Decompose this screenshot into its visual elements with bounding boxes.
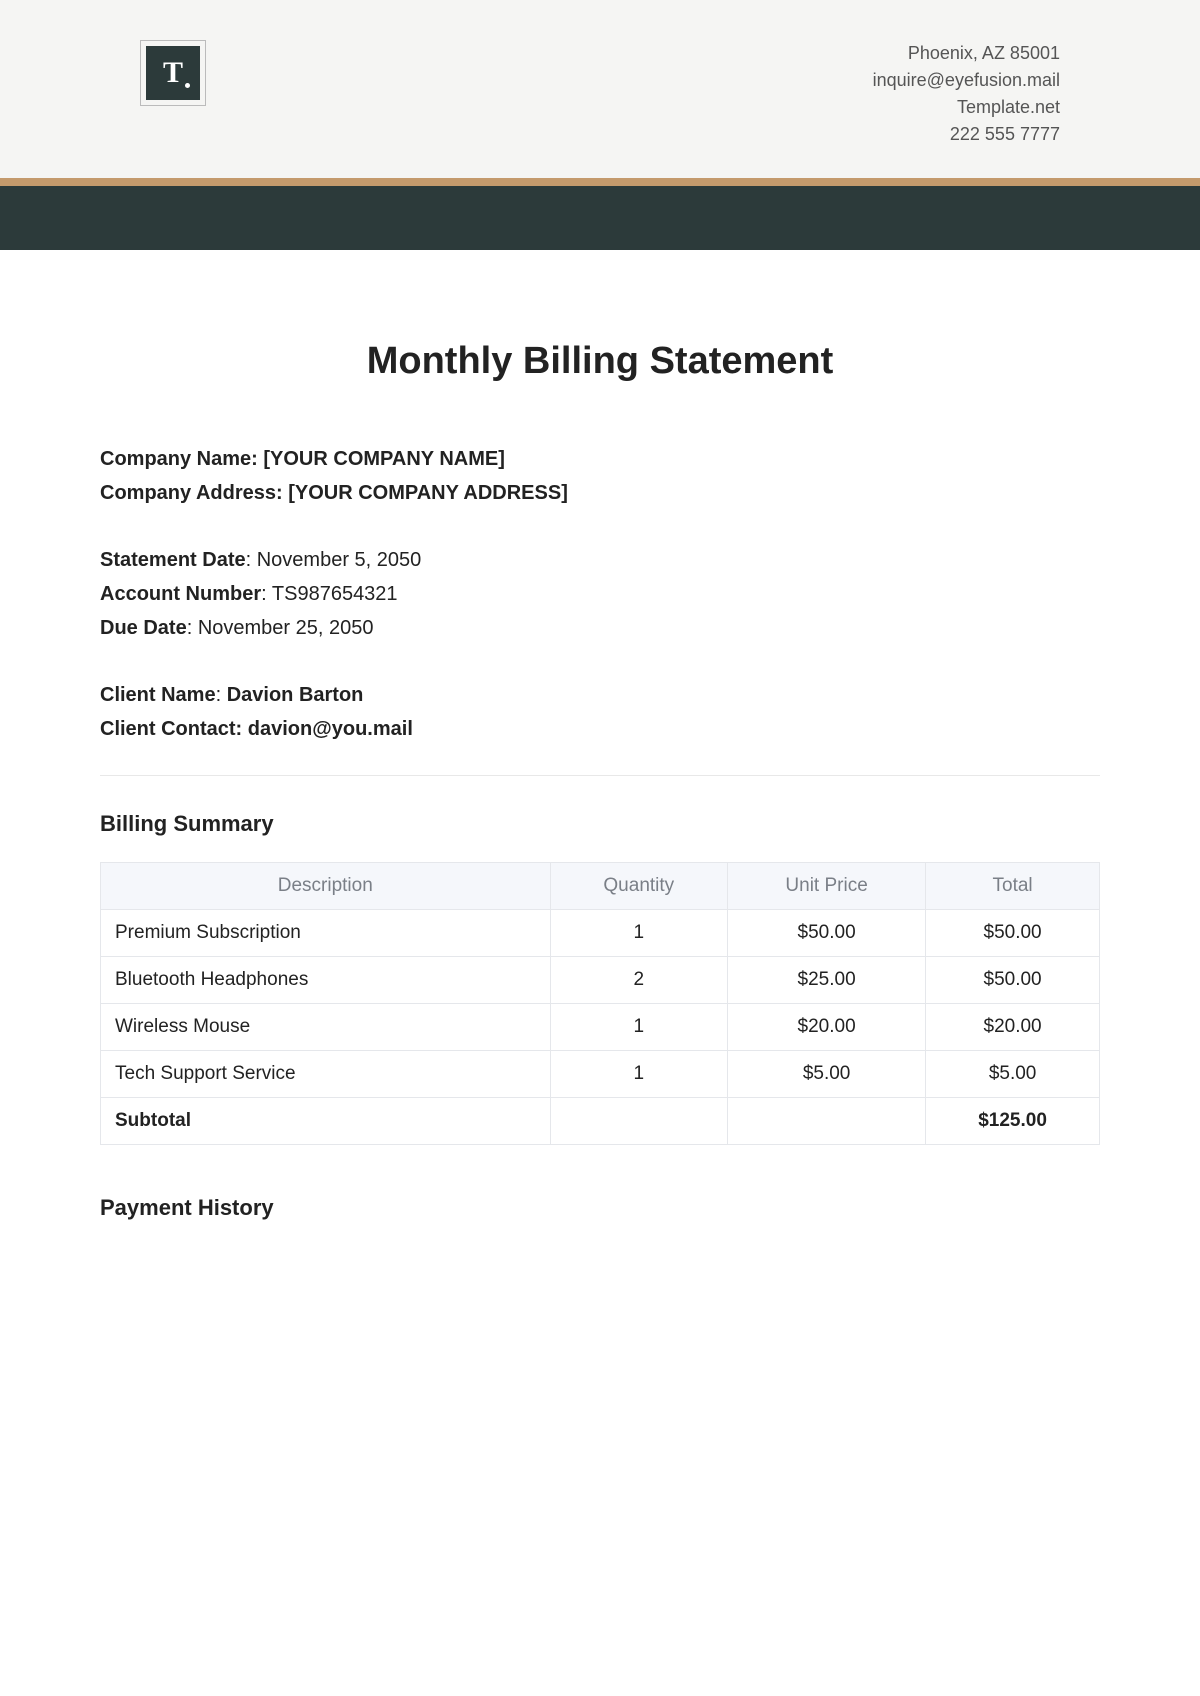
company-info: Company Name: [YOUR COMPANY NAME] Compan… bbox=[100, 443, 1100, 509]
th-unit-price: Unit Price bbox=[728, 863, 926, 910]
cell-total: $50.00 bbox=[926, 910, 1100, 957]
th-description: Description bbox=[101, 863, 551, 910]
due-date-value: November 25, 2050 bbox=[198, 617, 374, 639]
company-address-line: Company Address: [YOUR COMPANY ADDRESS] bbox=[100, 477, 1100, 509]
header: T Phoenix, AZ 85001 inquire@eyefusion.ma… bbox=[0, 0, 1200, 178]
account-number-value: TS987654321 bbox=[272, 583, 398, 605]
statement-date-line: Statement Date: November 5, 2050 bbox=[100, 544, 1100, 576]
client-name-line: Client Name: Davion Barton bbox=[100, 679, 1100, 711]
cell-qty: 2 bbox=[550, 957, 728, 1004]
client-info: Client Name: Davion Barton Client Contac… bbox=[100, 679, 1100, 745]
due-date-line: Due Date: November 25, 2050 bbox=[100, 612, 1100, 644]
cell-qty: 1 bbox=[550, 1004, 728, 1051]
cell-total: $20.00 bbox=[926, 1004, 1100, 1051]
company-address-value: [YOUR COMPANY ADDRESS] bbox=[288, 482, 568, 504]
divider bbox=[100, 775, 1100, 776]
logo-inner: T bbox=[146, 46, 200, 100]
client-name-label: Client Name bbox=[100, 684, 216, 706]
table-row: Wireless Mouse 1 $20.00 $20.00 bbox=[101, 1004, 1100, 1051]
payment-history-title: Payment History bbox=[100, 1195, 1100, 1221]
dark-bar bbox=[0, 186, 1200, 250]
statement-date-value: November 5, 2050 bbox=[257, 549, 422, 571]
company-name-label: Company Name: bbox=[100, 448, 258, 470]
cell-unit: $50.00 bbox=[728, 910, 926, 957]
th-total: Total bbox=[926, 863, 1100, 910]
subtotal-empty bbox=[550, 1098, 728, 1145]
logo-dot bbox=[185, 83, 190, 88]
client-contact-label: Client Contact: bbox=[100, 718, 242, 740]
header-phone: 222 555 7777 bbox=[873, 121, 1060, 148]
cell-desc: Bluetooth Headphones bbox=[101, 957, 551, 1004]
subtotal-row: Subtotal $125.00 bbox=[101, 1098, 1100, 1145]
subtotal-empty bbox=[728, 1098, 926, 1145]
header-contact: Phoenix, AZ 85001 inquire@eyefusion.mail… bbox=[873, 40, 1060, 148]
cell-qty: 1 bbox=[550, 910, 728, 957]
content: Monthly Billing Statement Company Name: … bbox=[0, 250, 1200, 1286]
gold-bar bbox=[0, 178, 1200, 186]
cell-desc: Premium Subscription bbox=[101, 910, 551, 957]
cell-unit: $20.00 bbox=[728, 1004, 926, 1051]
logo: T bbox=[140, 40, 206, 106]
account-number-line: Account Number: TS987654321 bbox=[100, 578, 1100, 610]
cell-desc: Wireless Mouse bbox=[101, 1004, 551, 1051]
table-row: Tech Support Service 1 $5.00 $5.00 bbox=[101, 1051, 1100, 1098]
cell-total: $50.00 bbox=[926, 957, 1100, 1004]
statement-date-label: Statement Date bbox=[100, 549, 246, 571]
cell-desc: Tech Support Service bbox=[101, 1051, 551, 1098]
statement-info: Statement Date: November 5, 2050 Account… bbox=[100, 544, 1100, 644]
company-name-line: Company Name: [YOUR COMPANY NAME] bbox=[100, 443, 1100, 475]
account-number-label: Account Number bbox=[100, 583, 261, 605]
company-name-value: [YOUR COMPANY NAME] bbox=[263, 448, 504, 470]
logo-letter: T bbox=[163, 58, 183, 88]
subtotal-label: Subtotal bbox=[101, 1098, 551, 1145]
billing-summary-table: Description Quantity Unit Price Total Pr… bbox=[100, 862, 1100, 1145]
cell-unit: $5.00 bbox=[728, 1051, 926, 1098]
cell-qty: 1 bbox=[550, 1051, 728, 1098]
table-header-row: Description Quantity Unit Price Total bbox=[101, 863, 1100, 910]
cell-unit: $25.00 bbox=[728, 957, 926, 1004]
header-email: inquire@eyefusion.mail bbox=[873, 67, 1060, 94]
due-date-label: Due Date bbox=[100, 617, 187, 639]
header-address: Phoenix, AZ 85001 bbox=[873, 40, 1060, 67]
cell-total: $5.00 bbox=[926, 1051, 1100, 1098]
page-title: Monthly Billing Statement bbox=[100, 340, 1100, 383]
table-row: Bluetooth Headphones 2 $25.00 $50.00 bbox=[101, 957, 1100, 1004]
header-site: Template.net bbox=[873, 94, 1060, 121]
client-contact-value: davion@you.mail bbox=[248, 718, 413, 740]
subtotal-value: $125.00 bbox=[926, 1098, 1100, 1145]
table-row: Premium Subscription 1 $50.00 $50.00 bbox=[101, 910, 1100, 957]
client-name-value: Davion Barton bbox=[227, 684, 364, 706]
billing-summary-title: Billing Summary bbox=[100, 811, 1100, 837]
client-contact-line: Client Contact: davion@you.mail bbox=[100, 713, 1100, 745]
th-quantity: Quantity bbox=[550, 863, 728, 910]
company-address-label: Company Address: bbox=[100, 482, 283, 504]
